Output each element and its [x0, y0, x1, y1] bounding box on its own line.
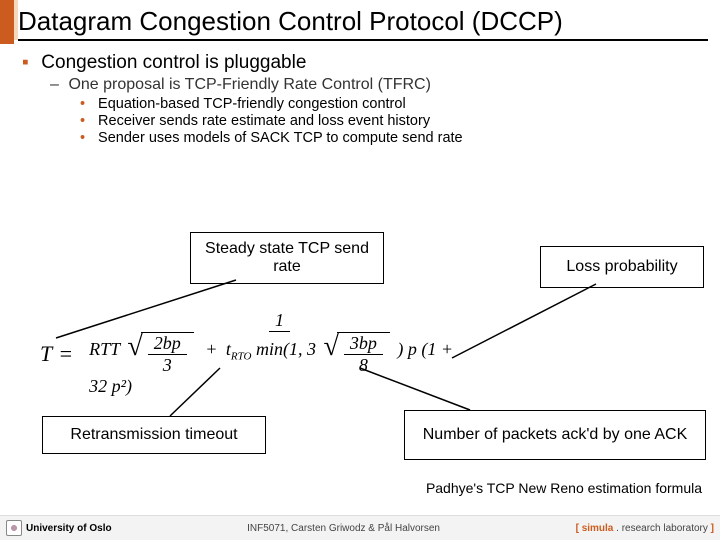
label-box-retransmission-timeout: Retransmission timeout [42, 416, 266, 454]
eq-sqrt1: √ 2bp 3 [127, 332, 193, 376]
eq-plus: + [205, 339, 217, 359]
bullet-level3-c: • Sender uses models of SACK TCP to comp… [80, 130, 702, 146]
footer-uni-text: University of Oslo [26, 523, 112, 534]
bullet-level3-b: • Receiver sends rate estimate and loss … [80, 113, 702, 129]
title-bar: Datagram Congestion Control Protocol (DC… [18, 6, 708, 41]
eq-3: 3 [157, 355, 178, 376]
footer-course: INF5071, Carsten Griwodz & Pål Halvorsen [247, 523, 440, 534]
bullet-l1-text: Congestion control is pluggable [41, 52, 306, 73]
dot-bullet-icon: • [80, 130, 94, 146]
tfrc-equation: T = 1 RTT √ 2bp 3 + [40, 310, 480, 390]
label-box-loss-probability: Loss probability [540, 246, 704, 288]
eq-min: min(1, 3 [256, 339, 316, 359]
eq-sqrt2: √ 3bp 8 [323, 332, 389, 376]
title-accent-front [0, 0, 14, 44]
square-bullet-icon: ▪ [22, 52, 36, 74]
bullet-l3c-text: Sender uses models of SACK TCP to comput… [98, 130, 463, 146]
formula-caption: Padhye's TCP New Reno estimation formula [426, 480, 702, 496]
eq-numerator: 1 [269, 310, 290, 332]
simula-rest: . research laboratory [616, 523, 711, 534]
footer-simula: [ simula . research laboratory ] [576, 523, 714, 534]
dot-bullet-icon: • [80, 113, 94, 129]
eq-2bp: 2bp [148, 333, 187, 355]
eq-3bp: 3bp [344, 333, 383, 355]
bullet-level1: ▪ Congestion control is pluggable [22, 52, 702, 74]
bullet-l3a-text: Equation-based TCP-friendly congestion c… [98, 96, 406, 112]
bracket-open-icon: [ [576, 523, 579, 534]
eq-main-fraction: 1 RTT √ 2bp 3 + tRTO min(1, [83, 310, 476, 397]
bullet-l2-text: One proposal is TCP-Friendly Rate Contro… [68, 76, 430, 93]
eq-equals: = [58, 341, 73, 367]
footer-university: University of Oslo [6, 520, 112, 536]
eq-8: 8 [353, 355, 374, 376]
eq-T: T [40, 341, 52, 367]
label-box-steady-state: Steady state TCP send rate [190, 232, 384, 284]
body-text: ▪ Congestion control is pluggable – One … [22, 52, 702, 147]
bullet-level3-a: • Equation-based TCP-friendly congestion… [80, 96, 702, 112]
bullet-level2: – One proposal is TCP-Friendly Rate Cont… [50, 76, 702, 94]
bullet-l3b-text: Receiver sends rate estimate and loss ev… [98, 113, 430, 129]
dash-bullet-icon: – [50, 76, 64, 94]
eq-denominator: RTT √ 2bp 3 + tRTO min(1, 3 [83, 332, 476, 397]
bracket-close-icon: ] [711, 523, 714, 534]
eq-rto-sub: RTO [231, 351, 252, 363]
slide-footer: University of Oslo INF5071, Carsten Griw… [0, 515, 720, 540]
university-crest-icon [6, 520, 22, 536]
dot-bullet-icon: • [80, 96, 94, 112]
slide-title: Datagram Congestion Control Protocol (DC… [18, 6, 708, 37]
eq-rtt: RTT [89, 339, 120, 359]
simula-name: simula [582, 523, 614, 534]
label-box-ack-count: Number of packets ack'd by one ACK [404, 410, 706, 460]
